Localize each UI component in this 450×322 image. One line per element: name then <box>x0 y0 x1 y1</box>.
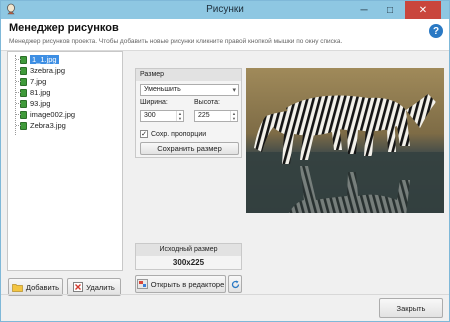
tree-item-label: image002.jpg <box>30 110 76 119</box>
checkmark-icon: ✓ <box>140 130 148 138</box>
picture-preview <box>246 68 444 213</box>
width-label: Ширина: <box>140 99 168 106</box>
pictures-window: Рисунки ─ □ ✕ Менеджер рисунков Менеджер… <box>0 0 450 322</box>
height-label: Высота: <box>194 99 220 106</box>
tree-item-label: 81.jpg <box>30 88 51 97</box>
delete-icon <box>73 282 84 292</box>
image-file-icon <box>20 110 27 119</box>
maximize-icon: □ <box>386 4 394 16</box>
tree-item[interactable]: image002.jpg <box>16 109 76 120</box>
spinner-arrows-icon[interactable]: ▲ ▼ <box>176 111 183 121</box>
tree-item[interactable]: 93.jpg <box>16 98 51 109</box>
resize-mode-select[interactable]: Уменьшить ▾ <box>140 84 239 96</box>
tree-item[interactable]: 1_1.jpg <box>16 54 59 65</box>
size-panel: Размер Уменьшить ▾ Ширина: Высота: 300 ▲… <box>135 68 242 158</box>
tree-item-label: 3zebra.jpg <box>30 66 66 75</box>
header: Менеджер рисунков Менеджер рисунков прое… <box>1 19 449 51</box>
resize-mode-value: Уменьшить <box>144 86 181 93</box>
height-input[interactable]: 225 ▲ ▼ <box>194 110 238 122</box>
save-size-button[interactable]: Сохранить размер <box>140 142 239 155</box>
spinner-arrows-icon[interactable]: ▲ ▼ <box>230 111 237 121</box>
image-file-icon <box>20 77 27 86</box>
delete-button-label: Удалить <box>86 282 115 292</box>
folder-icon <box>12 283 23 292</box>
tree-item-label: 7.jpg <box>30 77 47 86</box>
refresh-icon <box>231 280 239 288</box>
original-size-value: 300x225 <box>172 258 205 267</box>
keep-ratio-checkbox[interactable]: ✓ Сохр. пропорции <box>140 130 206 138</box>
size-panel-title: Размер <box>136 69 241 81</box>
tree-item-label: 1_1.jpg <box>30 55 59 64</box>
tree-item[interactable]: 7.jpg <box>16 76 47 87</box>
keep-ratio-label: Сохр. пропорции <box>151 130 207 138</box>
editor-icon <box>136 279 148 289</box>
image-file-icon <box>20 55 27 64</box>
footer-divider <box>1 294 449 295</box>
file-tree[interactable]: 1_1.jpg 3zebra.jpg 7.jpg 81.jpg 93.jpg i… <box>7 51 123 271</box>
maximize-button[interactable]: □ <box>379 1 401 19</box>
open-in-editor-label: Открыть в редакторе <box>150 279 225 289</box>
title-bar: Рисунки ─ □ ✕ <box>1 1 449 19</box>
tree-item[interactable]: 81.jpg <box>16 87 51 98</box>
close-icon: ✕ <box>418 4 428 16</box>
save-size-label: Сохранить размер <box>157 144 222 153</box>
close-window-button[interactable]: ✕ <box>405 1 441 19</box>
image-file-icon <box>20 121 27 130</box>
tree-line <box>15 55 16 135</box>
original-size-title: Исходный размер <box>136 244 241 256</box>
width-input[interactable]: 300 ▲ ▼ <box>140 110 184 122</box>
minimize-button[interactable]: ─ <box>353 1 375 19</box>
add-button-label: Добавить <box>25 282 60 292</box>
help-icon[interactable]: ? <box>429 24 443 38</box>
page-title: Менеджер рисунков <box>9 22 119 34</box>
tree-item-label: Zebra3.jpg <box>30 121 66 130</box>
image-file-icon <box>20 88 27 97</box>
minimize-icon: ─ <box>360 4 368 16</box>
page-description: Менеджер рисунков проекта. Чтобы добавит… <box>9 38 343 45</box>
height-value: 225 <box>198 112 210 119</box>
image-file-icon <box>20 99 27 108</box>
image-file-icon <box>20 66 27 75</box>
refresh-button[interactable] <box>228 275 242 293</box>
close-button[interactable]: Закрыть <box>379 298 443 318</box>
close-button-label: Закрыть <box>396 303 426 313</box>
tree-item-label: 93.jpg <box>30 99 51 108</box>
chevron-down-icon: ▾ <box>232 87 236 94</box>
width-value: 300 <box>144 112 156 119</box>
original-size-panel: Исходный размер 300x225 <box>135 243 242 270</box>
open-in-editor-button[interactable]: Открыть в редакторе <box>135 275 226 293</box>
tree-item[interactable]: Zebra3.jpg <box>16 120 66 131</box>
tree-item[interactable]: 3zebra.jpg <box>16 65 66 76</box>
